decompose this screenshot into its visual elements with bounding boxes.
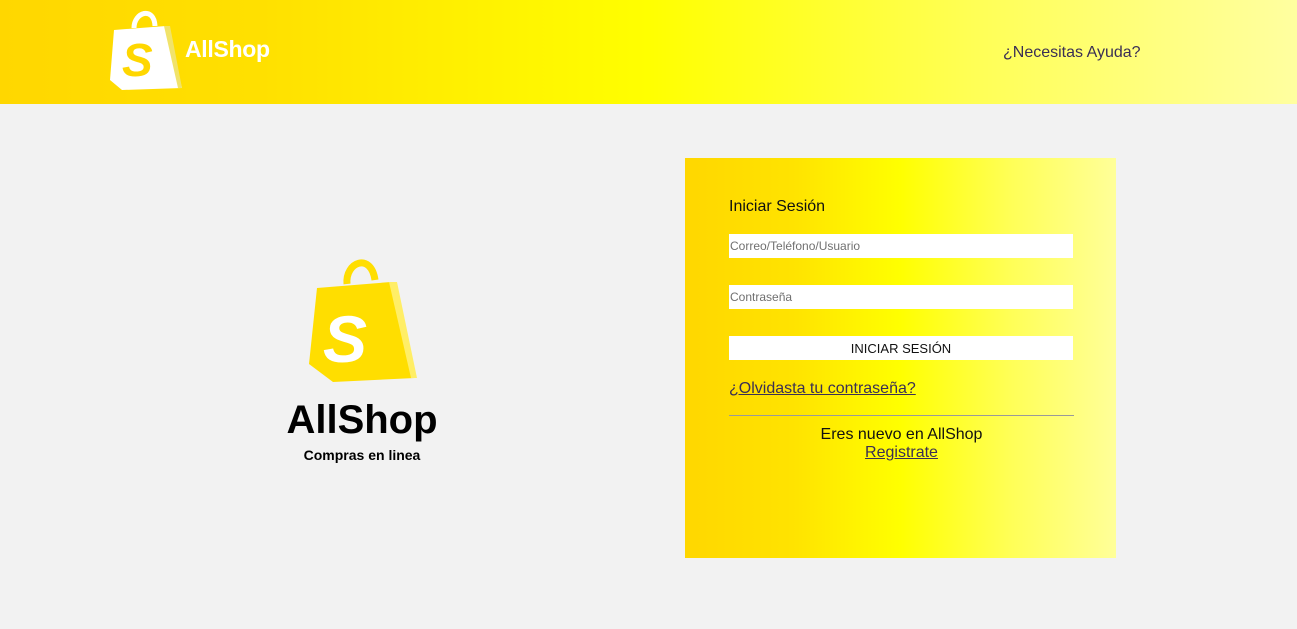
login-button[interactable]: INICIAR SESIÓN — [729, 336, 1073, 360]
top-header: S AllShop ¿Necesitas Ayuda? — [0, 0, 1297, 104]
register-link-row: Registrate — [729, 444, 1074, 462]
forgot-password-link[interactable]: ¿Olvidasta tu contraseña? — [729, 380, 916, 398]
new-user-text: Eres nuevo en AllShop — [820, 426, 983, 443]
svg-text:S: S — [122, 34, 153, 86]
header-brand: AllShop — [185, 36, 270, 62]
login-heading: Iniciar Sesión — [729, 198, 826, 215]
hero-subtitle: Compras en linea — [303, 447, 421, 463]
divider — [729, 415, 1074, 416]
register-link[interactable]: Registrate — [865, 444, 938, 461]
login-card: Iniciar Sesión INICIAR SESIÓN ¿Olvidasta… — [685, 158, 1116, 558]
shopping-bag-icon: S — [309, 259, 417, 382]
password-input[interactable] — [729, 285, 1073, 309]
hero-title: AllShop — [286, 398, 438, 442]
svg-text:S: S — [323, 302, 367, 376]
help-link[interactable]: ¿Necesitas Ayuda? — [1003, 44, 1141, 62]
user-input[interactable] — [729, 234, 1073, 258]
shopping-bag-icon: S — [110, 11, 182, 90]
